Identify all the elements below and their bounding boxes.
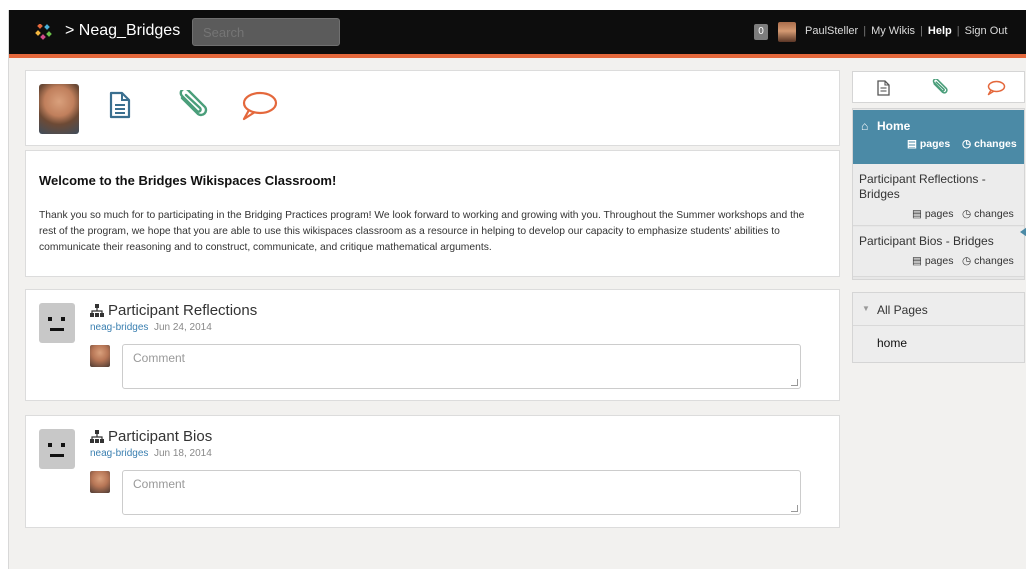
author-avatar[interactable] [39,303,75,343]
paperclip-icon[interactable] [176,90,210,120]
commenter-avatar [90,471,110,493]
welcome-title: Welcome to the Bridges Wikispaces Classr… [39,173,337,188]
changes-label: changes [974,208,1014,220]
pages-link[interactable]: ▤ pages [907,138,950,150]
changes-label: changes [974,255,1014,267]
comment-input[interactable]: Comment [122,470,801,515]
sidebar-item-home[interactable]: ⌂ Home ▤ pages ◷ changes [853,110,1024,164]
pages-link[interactable]: ▤ pages [912,208,953,220]
breadcrumb-chevron-icon: > [65,22,75,39]
home-icon: ⌂ [861,119,869,133]
changes-link[interactable]: ◷ changes [962,138,1017,150]
comment-input[interactable]: Comment [122,344,801,389]
sidebar-item-label: Home [877,119,911,133]
welcome-card: Welcome to the Bridges Wikispaces Classr… [25,150,840,277]
page-icon: ▤ [912,255,922,267]
post-date: Jun 24, 2014 [153,322,212,333]
my-wikis-link[interactable]: My Wikis [871,25,915,37]
pages-link[interactable]: ▤ pages [912,255,953,267]
sitemap-icon [90,430,104,443]
user-avatar[interactable] [778,22,796,42]
pages-label: pages [919,138,951,150]
post-date: Jun 18, 2014 [153,448,212,459]
wikispaces-logo-icon[interactable] [35,24,55,40]
clock-icon: ◷ [962,138,972,150]
sitemap-icon [90,304,104,317]
clock-icon: ◷ [962,255,972,267]
post-title[interactable]: Participant Bios [108,428,212,445]
changes-label: changes [974,138,1017,150]
pages-label: pages [924,255,954,267]
wiki-brand-link[interactable]: > Neag_Bridges [65,22,180,40]
sign-out-link[interactable]: Sign Out [965,25,1008,37]
author-avatar[interactable] [39,429,75,469]
post-card: Participant Bios neag-bridges Jun 18, 20… [25,415,840,528]
page-icon: ▤ [912,208,922,220]
all-pages-panel: ▼ All Pages home [852,292,1025,363]
pages-label: pages [924,208,954,220]
commenter-avatar [90,345,110,367]
top-bar: > Neag_Bridges 0 PaulSteller|My Wikis|He… [9,10,1026,54]
wiki-name: Neag_Bridges [78,22,181,39]
sidebar-item-label: Participant Bios - Bridges [859,234,994,248]
clock-icon: ◷ [962,208,972,220]
page-icon: ▤ [907,138,917,150]
post-card: Participant Reflections neag-bridges Jun… [25,289,840,401]
all-pages-label: All Pages [877,303,928,317]
action-card [25,70,840,146]
accent-stripe [9,54,1026,58]
comment-placeholder: Comment [133,351,186,365]
paperclip-icon[interactable] [931,79,949,96]
resize-handle[interactable] [791,505,798,512]
sidebar-item-participant-bios[interactable]: Participant Bios - Bridges ▤ pages ◷ cha… [853,227,1024,277]
user-links: PaulSteller | My Wikis | Help | Sign Out [805,25,1008,37]
profile-avatar[interactable] [39,84,79,134]
changes-link[interactable]: ◷ changes [962,255,1014,267]
resize-handle[interactable] [791,379,798,386]
post-meta: neag-bridges Jun 24, 2014 [90,322,212,333]
comment-placeholder: Comment [133,477,186,491]
sidebar-item-participant-reflections[interactable]: Participant Reflections - Bridges ▤ page… [853,164,1024,226]
page-icon[interactable] [877,80,890,96]
changes-link[interactable]: ◷ changes [962,208,1014,220]
sidebar-actions [852,71,1025,103]
post-meta: neag-bridges Jun 18, 2014 [90,448,212,459]
app-window: > Neag_Bridges 0 PaulSteller|My Wikis|He… [9,10,1026,569]
post-author-link[interactable]: neag-bridges [90,322,148,333]
tour-pointer-icon [1020,225,1026,239]
left-border [0,10,9,569]
help-link[interactable]: Help [928,25,952,37]
page-link-home[interactable]: home [877,336,907,350]
welcome-body: Thank you so much for to participating i… [39,210,805,253]
sidebar-item-label: Participant Reflections - Bridges [859,172,986,201]
new-page-icon[interactable] [109,91,131,119]
notification-badge[interactable]: 0 [754,24,768,40]
search-input[interactable] [192,18,340,46]
comment-bubble-icon[interactable] [239,90,279,122]
all-pages-toggle[interactable]: ▼ All Pages [853,293,1024,326]
username-link[interactable]: PaulSteller [805,25,858,37]
speech-bubble-icon[interactable] [986,80,1006,96]
post-author-link[interactable]: neag-bridges [90,448,148,459]
post-title[interactable]: Participant Reflections [108,302,257,319]
triangle-down-icon: ▼ [862,304,870,313]
